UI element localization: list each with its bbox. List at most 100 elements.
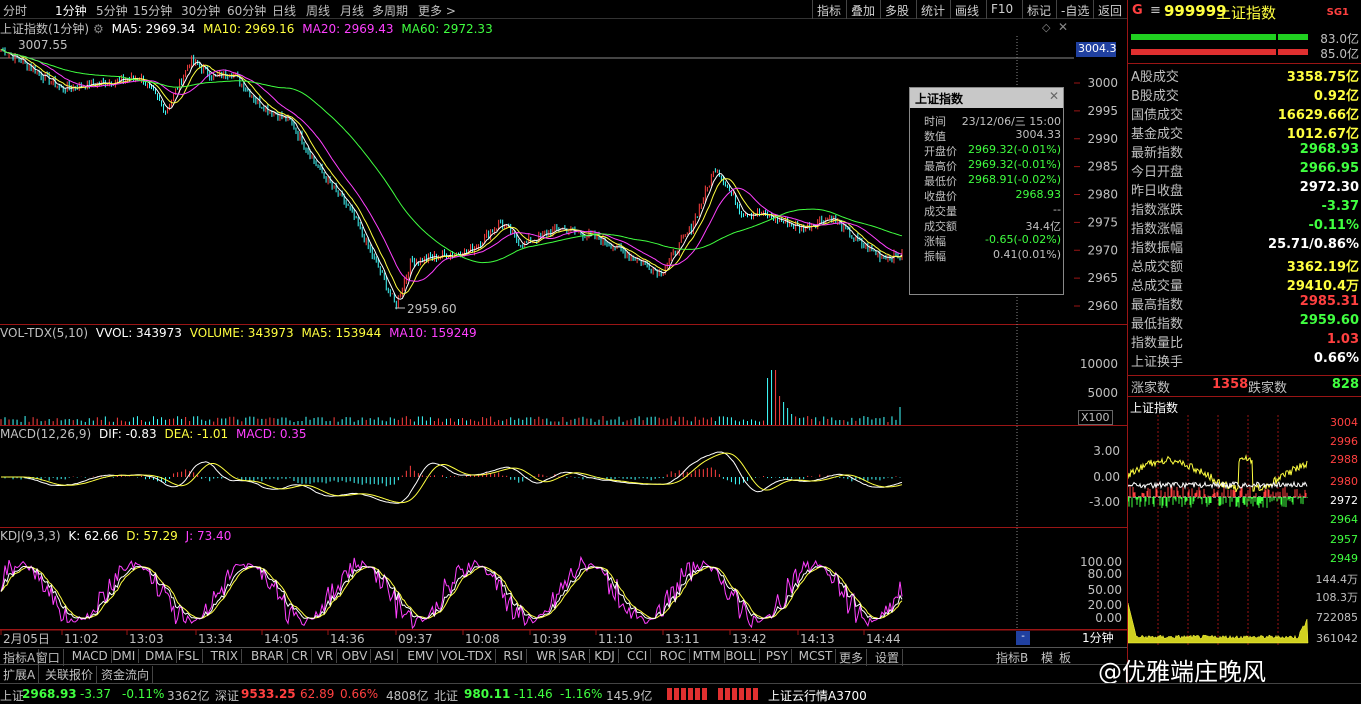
k-line	[0, 565, 903, 620]
mini-chart-title: 上证指数	[1130, 401, 1179, 415]
info-key: 振幅	[924, 250, 946, 263]
stock-name: 上证指数	[1216, 4, 1277, 22]
kdj-tick-label: 20.00	[1088, 598, 1122, 612]
quote-value: 1012.67亿	[1286, 127, 1359, 142]
info-key: 成交额	[924, 220, 957, 233]
info-key: 涨幅	[924, 235, 946, 248]
ext-tab[interactable]: 资金流向	[98, 666, 154, 683]
indicator-tab[interactable]: ASI	[372, 649, 398, 663]
info-key: 收盘价	[924, 190, 957, 203]
quote-label: 总成交量	[1131, 279, 1184, 294]
vol-scale-label: X100	[1078, 410, 1113, 425]
info-value: --	[1053, 203, 1061, 216]
quote-label: B股成交	[1131, 89, 1179, 104]
quote-label: 指数振幅	[1131, 241, 1184, 256]
info-close-icon[interactable]: ✕	[1049, 89, 1059, 103]
info-value: 23/12/06/三 15:00	[961, 115, 1061, 128]
indicator-tab[interactable]: CCI	[624, 649, 652, 663]
mini-tick-label: 722085	[1316, 611, 1358, 624]
indicator-tab[interactable]: BRAR	[248, 649, 288, 663]
quote-label: 基金成交	[1131, 127, 1184, 142]
bz-amount: 145.9亿	[606, 689, 653, 703]
indicator-tab[interactable]: WR	[533, 649, 561, 663]
quote-value: 29410.4万	[1286, 279, 1359, 294]
cloud-label[interactable]: 上证云行情A3700	[768, 687, 867, 704]
indicator-tab[interactable]: VR	[314, 649, 338, 663]
info-row: 最高价 2969.32(-0.01%)	[910, 158, 1065, 173]
quote-value: 0.66%	[1313, 351, 1359, 366]
mini-intraday-chart[interactable]: 3004 2996 2988 2980 2972 2964 2957 2949 144.4万 10…	[1128, 415, 1361, 645]
info-key: 数值	[924, 130, 946, 143]
bz-value[interactable]: 980.11	[464, 687, 510, 701]
extension-tabs: 扩展A 关联报价 资金流向	[0, 664, 1127, 683]
indicator-tab[interactable]: KDJ	[591, 649, 619, 663]
info-key: 成交量	[924, 205, 957, 218]
indicator-tab[interactable]: MCST	[796, 649, 837, 663]
sz-percent: 0.66%	[340, 687, 379, 701]
info-row: 开盘价 2969.32(-0.01%)	[910, 143, 1065, 158]
indicator-tab[interactable]: TRIX	[208, 649, 243, 663]
info-value: 2969.32(-0.01%)	[968, 158, 1061, 171]
ext-tab[interactable]: 扩展A	[0, 666, 40, 683]
quote-label: 指数量比	[1131, 336, 1184, 351]
indicator-tab[interactable]: MTM	[690, 649, 725, 663]
current-price-tag: 3004.3	[1076, 42, 1117, 57]
quote-label: 国债成交	[1131, 108, 1184, 123]
indicator-tab[interactable]: ROC	[657, 649, 690, 663]
kdj-tick-label: 50.00	[1088, 583, 1122, 597]
period-label: 1分钟	[1082, 631, 1114, 645]
indicator-tab[interactable]: RSI	[500, 649, 527, 663]
indicator-tab[interactable]: EMV	[404, 649, 438, 663]
info-value: 34.4亿	[1025, 220, 1062, 233]
quote-value: 0.92亿	[1313, 89, 1359, 104]
indicator-tab[interactable]: MACD	[69, 649, 112, 663]
high-marker: 3007.55	[18, 38, 68, 52]
indicator-tab[interactable]: SAR	[558, 649, 590, 663]
info-popup[interactable]: 上证指数 ✕ 时间 23/12/06/三 15:00 数值 3004.33 开盘价 2969…	[909, 87, 1064, 295]
info-row: 成交额 34.4亿	[910, 218, 1065, 233]
quote-value: 16629.66亿	[1277, 108, 1359, 123]
indicator-tab[interactable]: DMI	[109, 649, 140, 663]
macd-tick-label: 0.00	[1093, 470, 1120, 484]
sh-amount: 3362亿	[167, 689, 210, 703]
sh-change: -3.37	[80, 687, 112, 701]
info-value: 3004.33	[1015, 128, 1062, 141]
info-key: 时间	[924, 115, 946, 128]
indicator-tab[interactable]: PSY	[763, 649, 792, 663]
quote-label: 最低指数	[1131, 317, 1184, 332]
indicator-tab[interactable]: VOL-TDX	[437, 649, 497, 663]
indicator-tab[interactable]: DMA	[142, 649, 177, 663]
indicator-tab[interactable]: CR	[288, 649, 313, 663]
quote-value: 2959.60	[1299, 313, 1359, 328]
sz-value[interactable]: 9533.25	[241, 687, 296, 701]
bz-change: -11.46	[514, 687, 553, 701]
price-tick-label: 2960	[1087, 299, 1118, 313]
time-label: 14:05	[264, 632, 299, 646]
buy-bar	[1131, 34, 1276, 40]
info-value: 0.41(0.01%)	[992, 248, 1061, 261]
indicator-tabs: 指标A 窗口 MACD DMI DMA FSL TRIX BRAR CR VR OBV ASI EMV V…	[0, 647, 1127, 666]
ma10-line	[0, 49, 903, 295]
ext-tab[interactable]: 关联报价	[42, 666, 98, 683]
sz-label: 深证	[215, 689, 240, 703]
kdj-tick-label: 80.00	[1088, 567, 1122, 581]
up-count: 1358	[1212, 377, 1249, 392]
down-label: 跌家数	[1248, 381, 1288, 396]
quote-label: 今日开盘	[1131, 165, 1184, 180]
timeaxis-cursor[interactable]: -	[1016, 631, 1030, 645]
info-row: 收盘价 2968.93	[910, 188, 1065, 203]
sz-amount: 4808亿	[386, 689, 429, 703]
sg-badge: SG1	[1326, 7, 1349, 18]
sh-value[interactable]: 2968.93	[22, 687, 77, 701]
buy-bar-2	[1278, 34, 1308, 40]
menu-icon[interactable]: ≡	[1150, 3, 1161, 18]
quote-value: 2968.93	[1299, 142, 1359, 157]
dif-line	[1, 451, 903, 504]
indicator-tab[interactable]: FSL	[175, 649, 203, 663]
ma5-line	[0, 49, 903, 300]
indicator-tab[interactable]: BOLL	[722, 649, 761, 663]
quote-label: A股成交	[1131, 70, 1179, 85]
time-label: 14:44	[866, 632, 901, 646]
indicator-tab[interactable]: OBV	[339, 649, 372, 663]
mini-tick-label: 2972	[1330, 494, 1358, 507]
